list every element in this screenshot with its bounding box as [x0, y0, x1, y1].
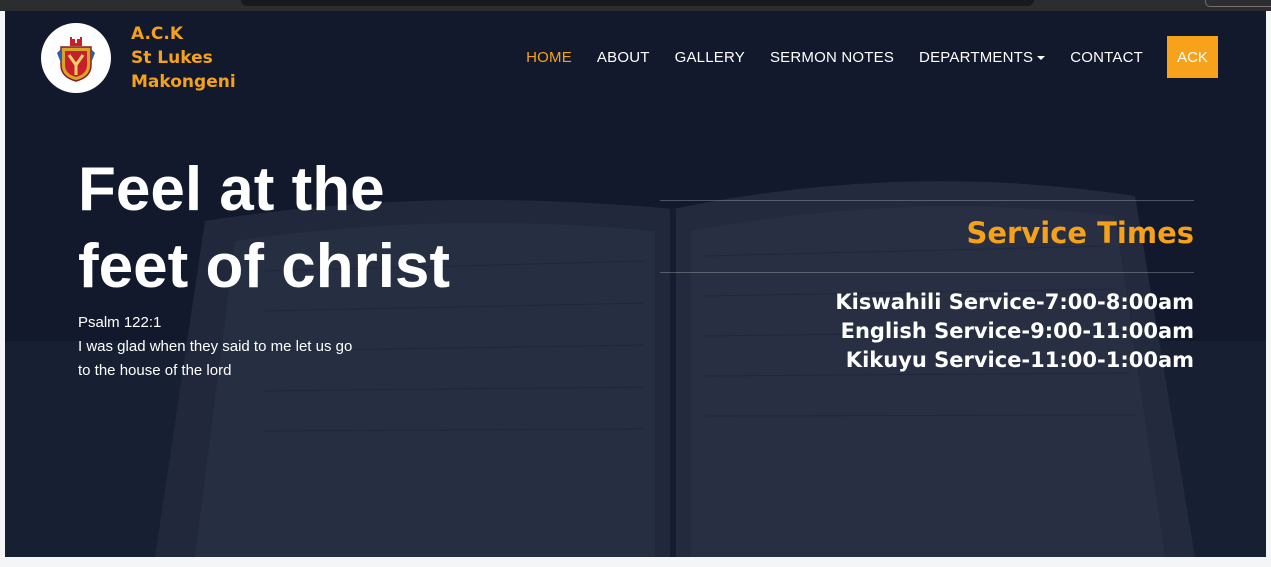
brand-line-2: St Lukes [131, 48, 213, 68]
brand[interactable]: A.C.K St Lukes Makongeni [41, 22, 236, 94]
nav-gallery[interactable]: GALLERY [675, 49, 745, 66]
divider-bottom [660, 272, 1194, 273]
brand-name[interactable]: A.C.K St Lukes Makongeni [131, 22, 236, 94]
headline-line-2: feet of christ [78, 232, 451, 301]
headline-line-1: Feel at the [78, 155, 385, 224]
service-times-list: Kiswahili Service-7:00-8:00am English Se… [835, 288, 1194, 375]
browser-top-strip [0, 0, 1271, 11]
verse-reference: Psalm 122:1 [78, 314, 162, 331]
brand-line-3: Makongeni [131, 72, 236, 92]
address-bar[interactable] [241, 0, 1034, 6]
verse-text-line-2: to the house of the lord [78, 362, 232, 379]
page-right-edge [1266, 11, 1271, 567]
nav-departments-dropdown[interactable]: DEPARTMENTS [919, 48, 1046, 66]
service-item-english: English Service-9:00-11:00am [840, 319, 1194, 343]
service-times-title: Service Times [966, 216, 1194, 250]
service-item-kikuyu: Kikuyu Service-11:00-1:00am [845, 348, 1194, 372]
hero-headline: Feel at the feet of christ [78, 151, 498, 305]
church-logo[interactable] [41, 23, 111, 93]
nav-about[interactable]: ABOUT [597, 49, 650, 66]
page-bottom-edge [0, 557, 1271, 567]
main-nav: HOME ABOUT GALLERY SERMON NOTES DEPARTME… [501, 36, 1218, 78]
nav-home[interactable]: HOME [526, 49, 572, 66]
divider-top [660, 200, 1194, 201]
ack-button[interactable]: ACK [1167, 36, 1218, 78]
church-crest-icon [57, 33, 95, 82]
browser-button[interactable] [1205, 0, 1271, 7]
caret-down-icon [1037, 55, 1046, 60]
nav-sermon-notes[interactable]: SERMON NOTES [770, 49, 894, 66]
service-item-kiswahili: Kiswahili Service-7:00-8:00am [835, 290, 1194, 314]
nav-departments-label: DEPARTMENTS [919, 48, 1034, 66]
brand-line-1: A.C.K [131, 24, 184, 44]
nav-contact[interactable]: CONTACT [1070, 49, 1143, 66]
hero-section: A.C.K St Lukes Makongeni HOME ABOUT GALL… [5, 11, 1266, 557]
verse-text-line-1: I was glad when they said to me let us g… [78, 338, 353, 355]
bible-verse: Psalm 122:1 I was glad when they said to… [78, 311, 352, 383]
